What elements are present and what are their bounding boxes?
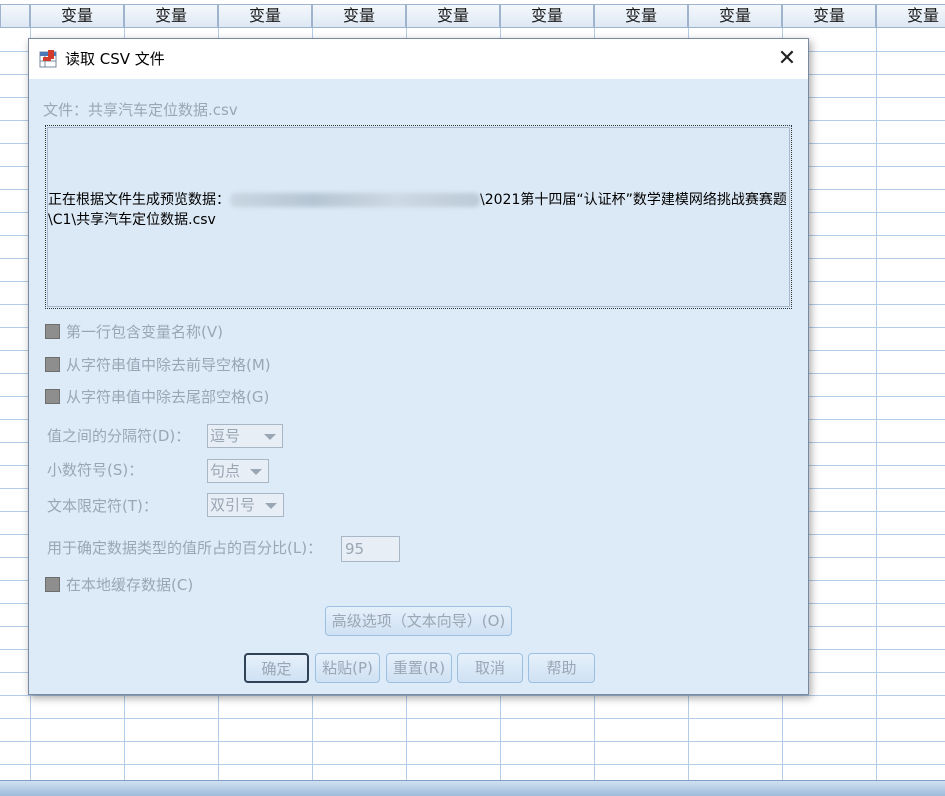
checkbox-box[interactable] [45, 357, 60, 372]
delimiter-label: 值之间的分隔符(D)： [47, 427, 191, 445]
decimal-symbol-select[interactable]: 句点 [207, 459, 269, 483]
column-header[interactable]: 变量 [406, 4, 500, 28]
checkbox-box[interactable] [45, 389, 60, 404]
column-header-row: 变量 变量 变量 变量 变量 变量 变量 变量 变量 变量 [0, 4, 945, 28]
column-header[interactable]: 变量 [218, 4, 312, 28]
column-header[interactable]: 变量 [594, 4, 688, 28]
preview-status-text: 正在根据文件生成预览数据： \2021第十四届“认证杯”数学建模网络挑战赛赛题\C… [48, 190, 788, 230]
column-header[interactable]: 变量 [876, 4, 945, 28]
close-icon[interactable]: ✕ [773, 47, 801, 71]
dialog-title: 读取 CSV 文件 [65, 50, 165, 68]
percent-label: 用于确定数据类型的值所占的百分比(L)： [47, 539, 323, 557]
help-button[interactable]: 帮助 [528, 653, 595, 683]
column-header[interactable]: 变量 [30, 4, 124, 28]
file-name-label: 文件：共享汽车定位数据.csv [43, 99, 238, 120]
ok-button[interactable]: 确定 [244, 653, 309, 683]
spss-app-icon [39, 50, 57, 68]
column-header[interactable]: 变量 [124, 4, 218, 28]
grid-row-line [0, 718, 945, 719]
data-preview-area[interactable]: 正在根据文件生成预览数据： \2021第十四届“认证杯”数学建模网络挑战赛赛题\C… [45, 125, 792, 309]
dialog-titlebar: 读取 CSV 文件 ✕ [29, 39, 808, 79]
trim-trailing-spaces-checkbox[interactable]: 从字符串值中除去尾部空格(G) [45, 386, 269, 408]
checkbox-label: 第一行包含变量名称(V) [66, 323, 223, 341]
grid-column-line [876, 28, 877, 780]
preview-text-prefix: 正在根据文件生成预览数据： [48, 192, 230, 208]
checkbox-label: 从字符串值中除去尾部空格(G) [66, 388, 270, 406]
redacted-path [230, 193, 480, 207]
grid-row-line [0, 741, 945, 742]
file-name: 共享汽车定位数据.csv [88, 101, 238, 119]
column-header[interactable]: 变量 [782, 4, 876, 28]
first-row-names-checkbox[interactable]: 第一行包含变量名称(V) [45, 321, 223, 343]
column-header[interactable]: 变量 [312, 4, 406, 28]
reset-button[interactable]: 重置(R) [386, 653, 452, 683]
cancel-button[interactable]: 取消 [457, 653, 523, 683]
column-header[interactable]: 变量 [688, 4, 782, 28]
trim-leading-spaces-checkbox[interactable]: 从字符串值中除去前导空格(M) [45, 354, 271, 376]
checkbox-label: 从字符串值中除去前导空格(M) [66, 356, 271, 374]
text-qualifier-select[interactable]: 双引号 [207, 493, 284, 517]
delimiter-value: 逗号 [210, 427, 241, 445]
grid-row-line [0, 695, 945, 696]
checkbox-label: 在本地缓存数据(C) [66, 576, 194, 594]
checkbox-box[interactable] [45, 577, 60, 592]
text-qualifier-value: 双引号 [210, 496, 256, 514]
column-header[interactable]: 变量 [500, 4, 594, 28]
text-qualifier-label: 文本限定符(T)： [47, 497, 158, 515]
advanced-options-button[interactable]: 高级选项（文本向导）(O) [325, 606, 512, 636]
decimal-symbol-value: 句点 [210, 462, 241, 480]
read-csv-dialog: 读取 CSV 文件 ✕ 文件：共享汽车定位数据.csv 正在根据文件生成预览数据… [28, 38, 809, 695]
delimiter-select[interactable]: 逗号 [207, 424, 283, 448]
sheet-tab-bar [0, 780, 945, 796]
paste-button[interactable]: 粘贴(P) [315, 653, 380, 683]
chevron-down-icon [264, 434, 276, 440]
checkbox-box[interactable] [45, 324, 60, 339]
percent-input[interactable]: 95 [341, 536, 400, 562]
file-label-prefix: 文件： [43, 101, 89, 119]
chevron-down-icon [250, 469, 262, 475]
decimal-symbol-label: 小数符号(S)： [47, 461, 144, 479]
row-number-corner [0, 4, 30, 28]
chevron-down-icon [265, 503, 277, 509]
grid-row-line [0, 764, 945, 765]
cache-data-checkbox[interactable]: 在本地缓存数据(C) [45, 574, 193, 596]
